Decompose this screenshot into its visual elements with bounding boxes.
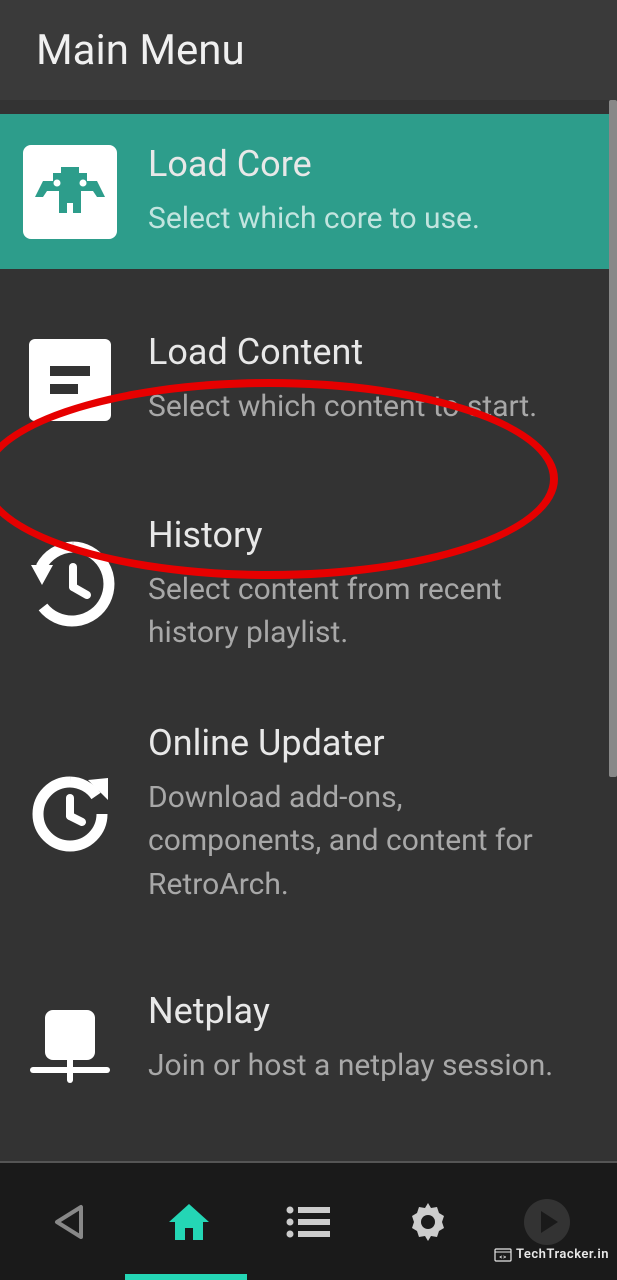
- core-icon: [10, 145, 130, 239]
- menu-item-load-content[interactable]: Load Content Select which content to sta…: [0, 269, 617, 479]
- content-icon: [10, 339, 130, 421]
- nav-settings-button[interactable]: [398, 1192, 458, 1252]
- menu-item-load-core[interactable]: Load Core Select which core to use.: [0, 114, 617, 269]
- main-menu-list: Load Core Select which core to use. Load…: [0, 100, 617, 1161]
- page-title: Main Menu: [36, 26, 245, 75]
- play-circle-icon: [522, 1197, 572, 1247]
- menu-item-title: Netplay: [148, 990, 567, 1032]
- menu-item-description: Download add-ons, components, and conten…: [148, 776, 567, 907]
- menu-item-description: Join or host a netplay session.: [148, 1044, 567, 1088]
- watermark: <> TechTracker.in: [494, 1247, 609, 1262]
- svg-text:<>: <>: [499, 1254, 506, 1261]
- back-icon: [49, 1201, 91, 1243]
- nav-active-indicator: [125, 1274, 247, 1280]
- bottom-navigation: [0, 1161, 617, 1280]
- menu-item-netplay[interactable]: Netplay Join or host a netplay session.: [0, 939, 617, 1139]
- list-icon: [284, 1204, 332, 1240]
- menu-item-title: Online Updater: [148, 722, 567, 764]
- nav-back-button[interactable]: [40, 1192, 100, 1252]
- menu-item-online-updater[interactable]: Online Updater Download add-ons, compone…: [0, 689, 617, 939]
- gear-icon: [405, 1199, 451, 1245]
- nav-play-button[interactable]: [517, 1192, 577, 1252]
- nav-list-button[interactable]: [278, 1192, 338, 1252]
- menu-item-title: Load Content: [148, 331, 567, 373]
- menu-item-history[interactable]: History Select content from recent histo…: [0, 479, 617, 689]
- scrollbar[interactable]: [609, 100, 617, 777]
- watermark-icon: <>: [494, 1248, 512, 1262]
- menu-item-description: Select which content to start.: [148, 385, 567, 429]
- home-icon: [165, 1198, 213, 1246]
- menu-item-title: Load Core: [148, 143, 567, 185]
- menu-item-description: Select content from recent history playl…: [148, 568, 567, 655]
- menu-item-title: History: [148, 514, 567, 556]
- header: Main Menu: [0, 0, 617, 100]
- history-icon: [10, 537, 130, 631]
- watermark-text: TechTracker.in: [516, 1247, 609, 1262]
- nav-home-button[interactable]: [159, 1192, 219, 1252]
- netplay-icon: [10, 992, 130, 1086]
- updater-icon: [10, 770, 130, 858]
- menu-item-description: Select which core to use.: [148, 197, 567, 241]
